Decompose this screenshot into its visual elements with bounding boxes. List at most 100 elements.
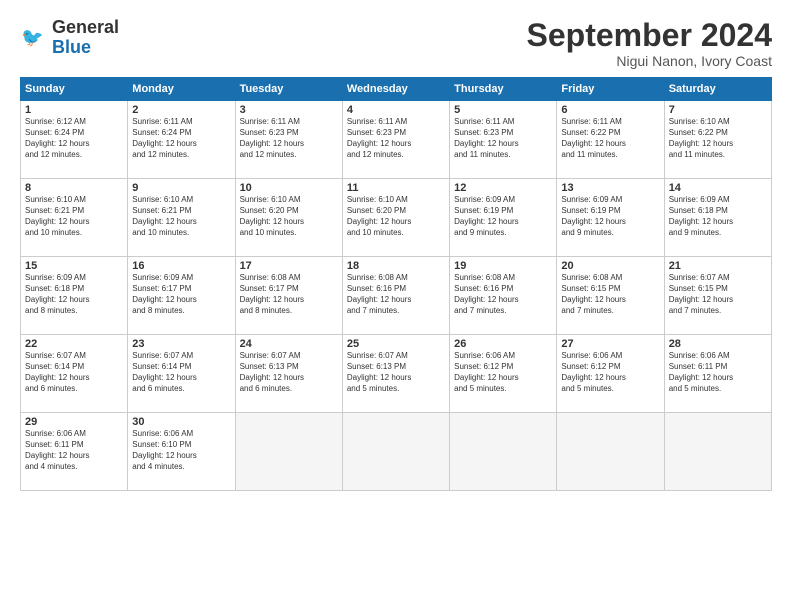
day-number: 10 [240,182,338,194]
calendar-day-cell [664,413,771,491]
calendar-day-cell: 18Sunrise: 6:08 AM Sunset: 6:16 PM Dayli… [342,257,449,335]
calendar-day-cell: 14Sunrise: 6:09 AM Sunset: 6:18 PM Dayli… [664,179,771,257]
svg-text:🐦: 🐦 [21,27,44,47]
header: 🐦 General Blue September 2024 Nigui Nano… [20,18,772,69]
day-number: 3 [240,104,338,116]
day-info: Sunrise: 6:12 AM Sunset: 6:24 PM Dayligh… [25,117,123,160]
day-info: Sunrise: 6:07 AM Sunset: 6:15 PM Dayligh… [669,273,767,316]
day-number: 6 [561,104,659,116]
day-number: 17 [240,260,338,272]
day-info: Sunrise: 6:06 AM Sunset: 6:12 PM Dayligh… [561,351,659,394]
calendar-day-cell: 21Sunrise: 6:07 AM Sunset: 6:15 PM Dayli… [664,257,771,335]
day-info: Sunrise: 6:11 AM Sunset: 6:23 PM Dayligh… [347,117,445,160]
calendar-day-cell [342,413,449,491]
calendar-day-cell: 8Sunrise: 6:10 AM Sunset: 6:21 PM Daylig… [21,179,128,257]
day-info: Sunrise: 6:06 AM Sunset: 6:10 PM Dayligh… [132,429,230,472]
day-info: Sunrise: 6:11 AM Sunset: 6:22 PM Dayligh… [561,117,659,160]
calendar-day-cell: 30Sunrise: 6:06 AM Sunset: 6:10 PM Dayli… [128,413,235,491]
calendar-day-cell: 12Sunrise: 6:09 AM Sunset: 6:19 PM Dayli… [450,179,557,257]
weekday-header-cell: Saturday [664,78,771,101]
calendar-table: SundayMondayTuesdayWednesdayThursdayFrid… [20,77,772,491]
day-number: 22 [25,338,123,350]
day-number: 13 [561,182,659,194]
calendar-day-cell: 15Sunrise: 6:09 AM Sunset: 6:18 PM Dayli… [21,257,128,335]
month-title: September 2024 [527,18,772,53]
calendar-week-row: 1Sunrise: 6:12 AM Sunset: 6:24 PM Daylig… [21,101,772,179]
day-info: Sunrise: 6:10 AM Sunset: 6:21 PM Dayligh… [132,195,230,238]
weekday-header-cell: Thursday [450,78,557,101]
calendar-day-cell [450,413,557,491]
day-number: 18 [347,260,445,272]
page: 🐦 General Blue September 2024 Nigui Nano… [0,0,792,612]
day-info: Sunrise: 6:11 AM Sunset: 6:23 PM Dayligh… [240,117,338,160]
day-info: Sunrise: 6:06 AM Sunset: 6:11 PM Dayligh… [25,429,123,472]
weekday-header-cell: Sunday [21,78,128,101]
day-number: 25 [347,338,445,350]
day-number: 28 [669,338,767,350]
subtitle: Nigui Nanon, Ivory Coast [527,53,772,69]
calendar-day-cell: 28Sunrise: 6:06 AM Sunset: 6:11 PM Dayli… [664,335,771,413]
calendar-day-cell: 20Sunrise: 6:08 AM Sunset: 6:15 PM Dayli… [557,257,664,335]
day-number: 7 [669,104,767,116]
day-number: 2 [132,104,230,116]
calendar-week-row: 22Sunrise: 6:07 AM Sunset: 6:14 PM Dayli… [21,335,772,413]
title-block: September 2024 Nigui Nanon, Ivory Coast [527,18,772,69]
logo: 🐦 General Blue [20,18,119,58]
day-info: Sunrise: 6:09 AM Sunset: 6:19 PM Dayligh… [454,195,552,238]
calendar-day-cell: 26Sunrise: 6:06 AM Sunset: 6:12 PM Dayli… [450,335,557,413]
day-info: Sunrise: 6:07 AM Sunset: 6:13 PM Dayligh… [347,351,445,394]
day-number: 14 [669,182,767,194]
weekday-header-cell: Friday [557,78,664,101]
day-info: Sunrise: 6:07 AM Sunset: 6:14 PM Dayligh… [132,351,230,394]
weekday-header-cell: Monday [128,78,235,101]
day-number: 16 [132,260,230,272]
calendar-day-cell: 24Sunrise: 6:07 AM Sunset: 6:13 PM Dayli… [235,335,342,413]
calendar-day-cell: 27Sunrise: 6:06 AM Sunset: 6:12 PM Dayli… [557,335,664,413]
day-number: 8 [25,182,123,194]
calendar-day-cell: 11Sunrise: 6:10 AM Sunset: 6:20 PM Dayli… [342,179,449,257]
day-info: Sunrise: 6:10 AM Sunset: 6:20 PM Dayligh… [347,195,445,238]
day-info: Sunrise: 6:09 AM Sunset: 6:17 PM Dayligh… [132,273,230,316]
calendar-day-cell: 1Sunrise: 6:12 AM Sunset: 6:24 PM Daylig… [21,101,128,179]
calendar-day-cell [235,413,342,491]
calendar-day-cell: 22Sunrise: 6:07 AM Sunset: 6:14 PM Dayli… [21,335,128,413]
day-number: 15 [25,260,123,272]
calendar-day-cell: 2Sunrise: 6:11 AM Sunset: 6:24 PM Daylig… [128,101,235,179]
day-info: Sunrise: 6:08 AM Sunset: 6:17 PM Dayligh… [240,273,338,316]
day-info: Sunrise: 6:08 AM Sunset: 6:15 PM Dayligh… [561,273,659,316]
day-number: 1 [25,104,123,116]
day-info: Sunrise: 6:10 AM Sunset: 6:20 PM Dayligh… [240,195,338,238]
logo-text: General Blue [52,18,119,58]
day-info: Sunrise: 6:06 AM Sunset: 6:12 PM Dayligh… [454,351,552,394]
day-number: 5 [454,104,552,116]
calendar-day-cell: 3Sunrise: 6:11 AM Sunset: 6:23 PM Daylig… [235,101,342,179]
day-number: 19 [454,260,552,272]
day-number: 27 [561,338,659,350]
calendar-day-cell: 29Sunrise: 6:06 AM Sunset: 6:11 PM Dayli… [21,413,128,491]
day-info: Sunrise: 6:08 AM Sunset: 6:16 PM Dayligh… [347,273,445,316]
weekday-header-cell: Wednesday [342,78,449,101]
day-number: 21 [669,260,767,272]
day-number: 29 [25,416,123,428]
day-number: 11 [347,182,445,194]
day-info: Sunrise: 6:09 AM Sunset: 6:18 PM Dayligh… [25,273,123,316]
day-number: 26 [454,338,552,350]
day-info: Sunrise: 6:08 AM Sunset: 6:16 PM Dayligh… [454,273,552,316]
calendar-day-cell: 13Sunrise: 6:09 AM Sunset: 6:19 PM Dayli… [557,179,664,257]
day-info: Sunrise: 6:07 AM Sunset: 6:13 PM Dayligh… [240,351,338,394]
calendar-day-cell: 25Sunrise: 6:07 AM Sunset: 6:13 PM Dayli… [342,335,449,413]
logo-icon: 🐦 [20,24,48,52]
day-number: 20 [561,260,659,272]
calendar-day-cell: 23Sunrise: 6:07 AM Sunset: 6:14 PM Dayli… [128,335,235,413]
calendar-day-cell: 4Sunrise: 6:11 AM Sunset: 6:23 PM Daylig… [342,101,449,179]
calendar-day-cell: 19Sunrise: 6:08 AM Sunset: 6:16 PM Dayli… [450,257,557,335]
day-number: 24 [240,338,338,350]
day-number: 23 [132,338,230,350]
day-number: 12 [454,182,552,194]
day-info: Sunrise: 6:10 AM Sunset: 6:22 PM Dayligh… [669,117,767,160]
calendar-day-cell: 10Sunrise: 6:10 AM Sunset: 6:20 PM Dayli… [235,179,342,257]
day-number: 30 [132,416,230,428]
weekday-header-cell: Tuesday [235,78,342,101]
calendar-week-row: 8 Sunrise: 6:10 AM Sunset: 6:21 PM Daylig… [21,179,772,257]
day-info: Sunrise: 6:07 AM Sunset: 6:14 PM Dayligh… [25,351,123,394]
